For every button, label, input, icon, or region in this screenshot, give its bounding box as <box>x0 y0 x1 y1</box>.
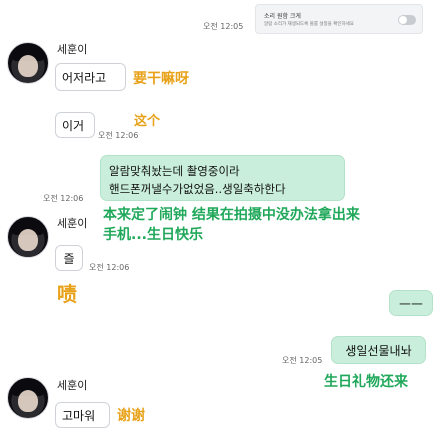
message-text: 어저라고 <box>62 70 107 85</box>
translation-text: 谢谢 <box>117 408 145 424</box>
message-text: 생일선물내놔 <box>345 343 412 358</box>
message-time: 오전 12:05 <box>203 22 244 31</box>
message-bubble[interactable]: ㅡㅡ <box>389 290 433 316</box>
notification-body: 알람 소리가 재생되도록 볼륨 설정을 확인하세요 <box>264 22 354 27</box>
notification-card[interactable]: 소리 원함 크게 알람 소리가 재생되도록 볼륨 설정을 확인하세요 <box>255 4 423 34</box>
toggle-knob <box>399 16 407 24</box>
message-text-line: 핸드폰꺼낼수가없었음..생일축하한다 <box>109 182 286 196</box>
avatar-face <box>18 390 38 412</box>
message-text: 고마워 <box>62 408 96 423</box>
translation-text: 啧 <box>57 282 77 306</box>
message-time: 오전 12:06 <box>98 131 139 140</box>
avatar[interactable] <box>7 42 49 84</box>
translation-text: 生日礼物还来 <box>324 374 408 390</box>
message-time: 오전 12:05 <box>282 356 323 365</box>
avatar-face <box>18 229 38 251</box>
message-bubble[interactable]: 생일선물내놔 <box>331 336 426 364</box>
message-text: 이거 <box>62 118 85 133</box>
translation-text: 要干嘛呀 <box>133 71 189 87</box>
notification-toggle[interactable] <box>398 15 416 25</box>
translation-text: 这个 <box>134 114 161 129</box>
translation-text: 本来定了闹钟 结果在拍摄中没办法拿出来 <box>103 207 360 223</box>
message-text: 즐 <box>63 251 75 266</box>
avatar[interactable] <box>7 216 49 258</box>
message-text-line: 알람맞춰놨는데 촬영중이라 <box>109 164 240 178</box>
message-bubble[interactable]: 이거 <box>55 112 95 138</box>
message-time: 오전 12:06 <box>89 263 130 272</box>
translation-text: 手机...生日快乐 <box>103 227 203 243</box>
sender-name: 세훈이 <box>57 379 88 392</box>
message-bubble[interactable]: 어저라고 <box>55 63 126 91</box>
avatar[interactable] <box>7 377 49 419</box>
notification-title: 소리 원함 크게 <box>264 13 301 20</box>
message-bubble[interactable]: 알람맞춰놨는데 촬영중이라 핸드폰꺼낼수가없었음..생일축하한다 <box>100 155 345 201</box>
message-text: ㅡㅡ <box>399 297 423 313</box>
message-bubble[interactable]: 고마워 <box>55 402 110 428</box>
sender-name: 세훈이 <box>57 217 88 230</box>
sender-name: 세훈이 <box>57 43 88 56</box>
message-time: 오전 12:06 <box>43 194 84 203</box>
avatar-face <box>18 55 38 77</box>
message-bubble[interactable]: 즐 <box>55 245 83 271</box>
